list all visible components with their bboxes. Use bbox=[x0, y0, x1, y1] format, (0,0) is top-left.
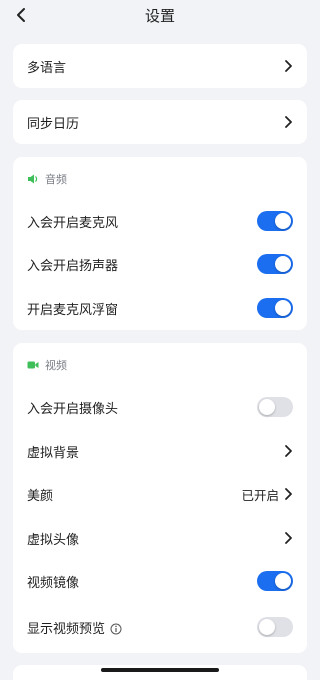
speaker-on-join-label: 入会开启扬声器 bbox=[27, 258, 119, 274]
language-card[interactable]: 多语言 bbox=[13, 44, 307, 88]
mic-on-join-label: 入会开启麦克风 bbox=[27, 215, 119, 231]
audio-section-header: 音频 bbox=[27, 171, 67, 187]
beauty-row[interactable]: 美颜 已开启 bbox=[13, 483, 307, 505]
camera-on-join-row: 入会开启摄像头 bbox=[13, 396, 307, 418]
camera-on-join-label: 入会开启摄像头 bbox=[27, 401, 119, 417]
mic-floating-window-row: 开启麦克风浮窗 bbox=[13, 297, 307, 319]
speaker-on-join-row: 入会开启扬声器 bbox=[13, 253, 307, 275]
speaker-on-join-toggle[interactable] bbox=[257, 254, 293, 274]
calendar-card[interactable]: 同步日历 bbox=[13, 100, 307, 144]
mic-on-join-row: 入会开启麦克风 bbox=[13, 210, 307, 232]
chevron-right-icon bbox=[285, 60, 292, 72]
video-section-label: 视频 bbox=[45, 359, 67, 372]
calendar-label: 同步日历 bbox=[27, 116, 80, 132]
toggle-knob bbox=[275, 256, 291, 272]
virtual-background-row[interactable]: 虚拟背景 bbox=[13, 440, 307, 462]
mic-on-join-toggle[interactable] bbox=[257, 211, 293, 231]
nav-bar: 设置 bbox=[0, 0, 320, 32]
audio-card: 音频 入会开启麦克风 入会开启扬声器 开启麦克风浮窗 bbox=[13, 157, 307, 330]
virtual-avatar-label: 虚拟头像 bbox=[27, 532, 80, 548]
info-icon[interactable] bbox=[110, 623, 122, 635]
toggle-knob bbox=[275, 573, 291, 589]
video-card: 视频 入会开启摄像头 虚拟背景 美颜 已开启 虚拟头像 视频镜像 显示视频预览 bbox=[13, 343, 307, 653]
calendar-row[interactable]: 同步日历 bbox=[13, 111, 307, 133]
virtual-background-label: 虚拟背景 bbox=[27, 445, 80, 461]
beauty-status: 已开启 bbox=[241, 487, 279, 503]
toggle-knob bbox=[275, 213, 291, 229]
toggle-knob bbox=[259, 399, 275, 415]
video-preview-toggle[interactable] bbox=[257, 617, 293, 637]
video-camera-icon bbox=[27, 361, 39, 369]
settings-page: 设置 多语言 同步日历 音频 入会开启麦克风 入会开启扬声器 开启麦克风浮窗 视… bbox=[0, 0, 320, 680]
audio-section-label: 音频 bbox=[45, 173, 67, 186]
virtual-avatar-row[interactable]: 虚拟头像 bbox=[13, 527, 307, 549]
video-preview-label-group: 显示视频预览 bbox=[27, 618, 122, 637]
chevron-right-icon bbox=[285, 445, 292, 457]
video-mirror-label: 视频镜像 bbox=[27, 575, 80, 591]
toggle-knob bbox=[275, 300, 291, 316]
chevron-right-icon bbox=[285, 532, 292, 544]
mic-floating-window-label: 开启麦克风浮窗 bbox=[27, 302, 119, 318]
speaker-icon bbox=[28, 174, 38, 184]
language-label: 多语言 bbox=[27, 60, 67, 76]
chevron-right-icon bbox=[285, 116, 292, 128]
camera-on-join-toggle[interactable] bbox=[257, 397, 293, 417]
video-preview-label: 显示视频预览 bbox=[27, 621, 106, 637]
video-mirror-toggle[interactable] bbox=[257, 571, 293, 591]
chevron-right-icon bbox=[285, 488, 292, 500]
page-title: 设置 bbox=[144, 7, 175, 25]
video-preview-row: 显示视频预览 bbox=[13, 616, 307, 638]
language-row[interactable]: 多语言 bbox=[13, 55, 307, 77]
video-section-header: 视频 bbox=[27, 357, 67, 373]
toggle-knob bbox=[259, 619, 275, 635]
video-mirror-row: 视频镜像 bbox=[13, 570, 307, 592]
beauty-label: 美颜 bbox=[27, 488, 54, 504]
mic-floating-window-toggle[interactable] bbox=[257, 298, 293, 318]
home-indicator bbox=[101, 668, 219, 672]
